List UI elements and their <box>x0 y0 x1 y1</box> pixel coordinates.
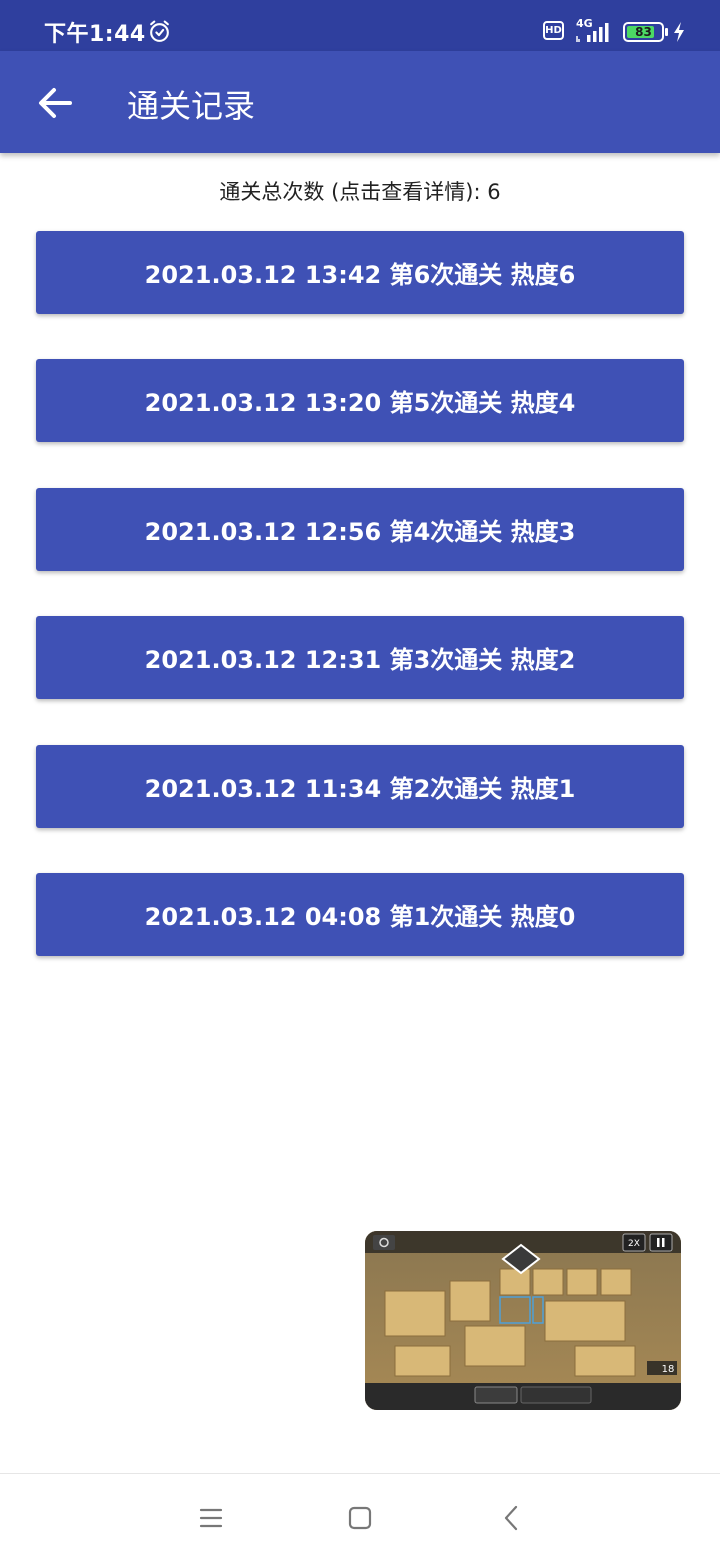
record-button[interactable]: 2021.03.12 13:20 第5次通关 热度4 <box>36 359 684 443</box>
system-back-button[interactable] <box>491 1500 531 1536</box>
system-navigation-bar <box>0 1473 720 1560</box>
hd-badge: HD <box>543 21 564 40</box>
deploy-count-label: 18 <box>662 1364 675 1375</box>
menu-icon <box>199 1508 223 1528</box>
status-time: 下午1:44 <box>44 22 146 47</box>
app-bar: 通关记录 <box>0 51 720 153</box>
home-button[interactable] <box>340 1500 380 1536</box>
total-clears-summary[interactable]: 通关总次数 (点击查看详情): 6 <box>0 176 720 206</box>
speed-label: 2X <box>628 1239 640 1249</box>
record-button[interactable]: 2021.03.12 12:31 第3次通关 热度2 <box>36 616 684 700</box>
back-button[interactable] <box>26 75 86 131</box>
battery-cap <box>665 28 668 36</box>
signal-strength-icon <box>576 23 609 42</box>
arrow-left-icon <box>39 88 72 118</box>
record-button[interactable]: 2021.03.12 13:42 第6次通关 热度6 <box>36 231 684 314</box>
home-square-icon <box>348 1506 372 1530</box>
battery-percentage: 83 <box>635 25 652 39</box>
game-preview-image: 2X 18 <box>365 1231 681 1410</box>
alarm-clock-icon <box>150 20 169 42</box>
record-button[interactable]: 2021.03.12 04:08 第1次通关 热度0 <box>36 872 684 956</box>
charging-bolt-icon <box>674 22 684 42</box>
recent-apps-button[interactable] <box>191 1500 231 1536</box>
record-button[interactable]: 2021.03.12 11:34 第2次通关 热度1 <box>36 744 684 828</box>
back-chevron-icon <box>504 1505 518 1531</box>
page-title: 通关记录 <box>127 87 256 125</box>
battery-icon: 83 <box>623 22 664 42</box>
floating-game-window[interactable]: 2X 18 <box>365 1231 681 1410</box>
status-bar: 下午1:44 HD 4G 83 <box>0 0 720 51</box>
record-button[interactable]: 2021.03.12 12:56 第4次通关 热度3 <box>36 487 684 571</box>
record-list: 2021.03.12 13:42 第6次通关 热度6 2021.03.12 13… <box>36 231 684 1001</box>
